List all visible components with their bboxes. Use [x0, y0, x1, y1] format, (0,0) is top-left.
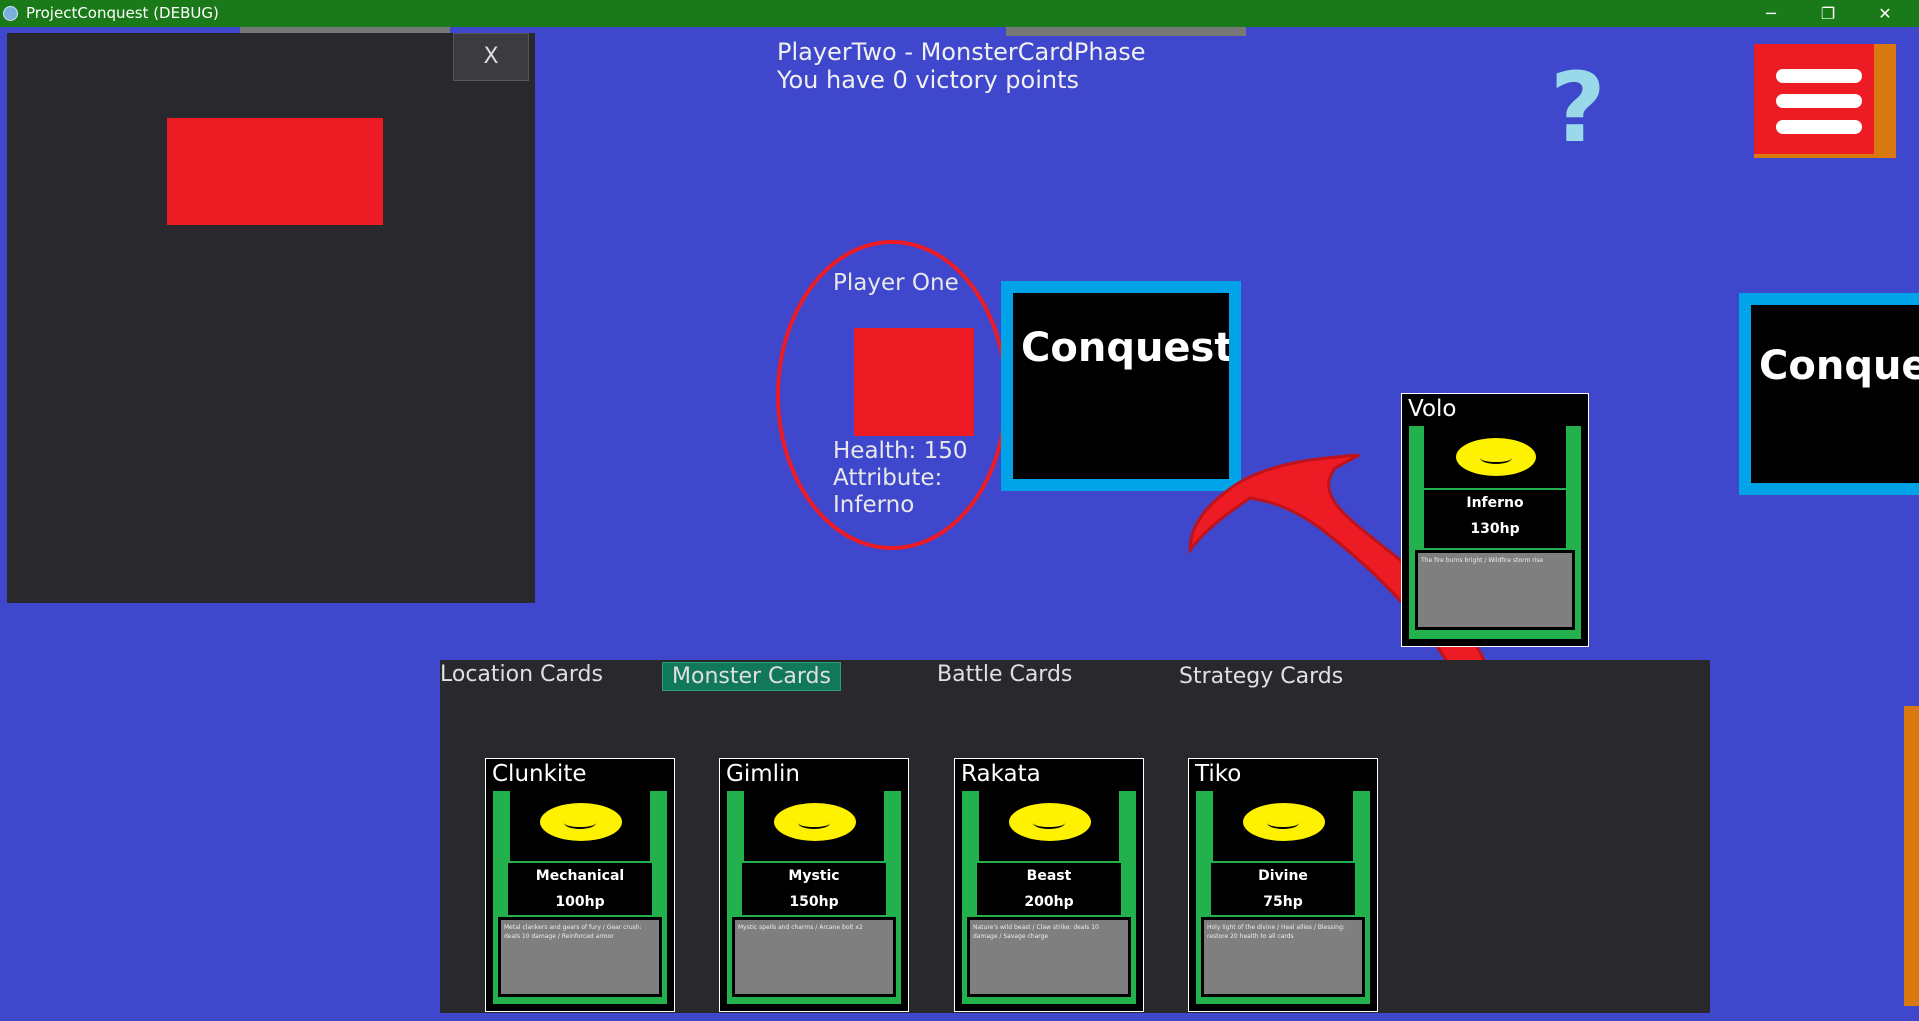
card-type: Divine — [1258, 868, 1308, 884]
restore-button[interactable]: ❐ — [1805, 0, 1851, 27]
tab-monster-cards[interactable]: Monster Cards — [662, 662, 841, 691]
card-description: Mystic spells and charms / Arcane bolt x… — [732, 917, 896, 997]
smiley-face-icon — [1009, 803, 1091, 841]
card-name: Clunkite — [492, 761, 587, 787]
card-name: Gimlin — [726, 761, 800, 787]
location-label: Conquest — [1759, 343, 1919, 389]
card-art — [979, 791, 1119, 861]
card-description: Nature's wild beast / Claw strike: deals… — [967, 917, 1131, 997]
card-body: Mystic 150hp Mystic spells and charms / … — [727, 791, 901, 1004]
card-type: Beast — [1026, 868, 1072, 884]
card-art — [1424, 426, 1566, 488]
card-art — [744, 791, 884, 861]
phase-status: PlayerTwo - MonsterCardPhase — [777, 38, 1146, 66]
card-type: Mechanical — [535, 868, 625, 884]
card-name: Volo — [1408, 396, 1457, 422]
card-type: Inferno — [1466, 495, 1524, 511]
menu-bar — [1776, 94, 1862, 108]
smiley-mouth — [564, 817, 596, 829]
window-titlebar: ProjectConquest (DEBUG) ─ ❐ ✕ — [0, 0, 1919, 27]
top-strip — [1006, 27, 1246, 36]
player-attribute-label: Attribute: — [833, 465, 943, 491]
card-info: Inferno 130hp — [1424, 490, 1566, 548]
smiley-mouth — [1033, 817, 1065, 829]
hand-card[interactable]: Rakata Beast 200hp Nature's wild beast /… — [954, 758, 1144, 1012]
hand-panel: Location Cards Monster Cards Battle Card… — [440, 660, 1710, 1013]
debug-close-button[interactable]: X — [453, 33, 529, 81]
tab-strategy-cards[interactable]: Strategy Cards — [1179, 664, 1343, 689]
hand-card[interactable]: Gimlin Mystic 150hp Mystic spells and ch… — [719, 758, 909, 1012]
player-health: Health: 150 — [833, 438, 968, 464]
menu-bar — [1776, 120, 1862, 134]
location-card-right[interactable]: Conquest — [1739, 293, 1919, 495]
tab-location-cards[interactable]: Location Cards — [440, 662, 603, 687]
player-attribute: Inferno — [833, 492, 915, 518]
card-art — [510, 791, 650, 861]
card-art — [1213, 791, 1353, 861]
card-body: Inferno 130hp The fire burns bright / Wi… — [1409, 426, 1581, 639]
card-hp: 75hp — [1263, 894, 1303, 910]
card-info: Mystic 150hp — [742, 863, 886, 915]
selected-monster-card[interactable]: Volo Inferno 130hp The fire burns bright… — [1401, 393, 1589, 647]
player-stats: Health: 150 Attribute: Inferno — [833, 438, 968, 519]
card-type: Mystic — [788, 868, 840, 884]
help-icon[interactable]: ? — [1550, 60, 1606, 156]
player-avatar[interactable] — [854, 328, 974, 436]
smiley-face-icon — [774, 803, 856, 841]
menu-button[interactable] — [1754, 44, 1896, 158]
window-title: ProjectConquest (DEBUG) — [26, 4, 219, 22]
card-hp: 200hp — [1024, 894, 1074, 910]
app-icon — [3, 6, 18, 21]
smiley-mouth — [1267, 817, 1299, 829]
smiley-face-icon — [540, 803, 622, 841]
hamburger-menu-icon — [1754, 44, 1874, 154]
player-name: Player One — [833, 270, 959, 296]
side-panel-edge[interactable] — [1904, 706, 1919, 1006]
card-body: Beast 200hp Nature's wild beast / Claw s… — [962, 791, 1136, 1004]
card-hp: 100hp — [555, 894, 605, 910]
card-info: Divine 75hp — [1211, 863, 1355, 915]
smiley-face-icon — [1456, 438, 1536, 476]
debug-panel: X — [7, 33, 535, 603]
card-name: Rakata — [961, 761, 1041, 787]
card-info: Mechanical 100hp — [508, 863, 652, 915]
menu-bar — [1776, 69, 1862, 83]
debug-preview — [167, 118, 383, 225]
card-hp: 150hp — [789, 894, 839, 910]
card-body: Divine 75hp Holy light of the divine / H… — [1196, 791, 1370, 1004]
tab-battle-cards[interactable]: Battle Cards — [937, 662, 1072, 687]
card-description: Metal clankers and gears of fury / Gear … — [498, 917, 662, 997]
smiley-mouth — [798, 817, 830, 829]
smiley-mouth — [1480, 452, 1512, 464]
card-info: Beast 200hp — [977, 863, 1121, 915]
hand-card[interactable]: Tiko Divine 75hp Holy light of the divin… — [1188, 758, 1378, 1012]
minimize-button[interactable]: ─ — [1748, 0, 1794, 27]
card-name: Tiko — [1195, 761, 1242, 787]
smiley-face-icon — [1243, 803, 1325, 841]
card-description: The fire burns bright / Wildfire storm r… — [1415, 550, 1575, 630]
card-description: Holy light of the divine / Heal allies /… — [1201, 917, 1365, 997]
victory-points: You have 0 victory points — [777, 66, 1079, 94]
location-label: Conquest — [1021, 325, 1234, 371]
card-hp: 130hp — [1470, 521, 1520, 537]
hand-card[interactable]: Clunkite Mechanical 100hp Metal clankers… — [485, 758, 675, 1012]
close-window-button[interactable]: ✕ — [1862, 0, 1908, 27]
card-body: Mechanical 100hp Metal clankers and gear… — [493, 791, 667, 1004]
